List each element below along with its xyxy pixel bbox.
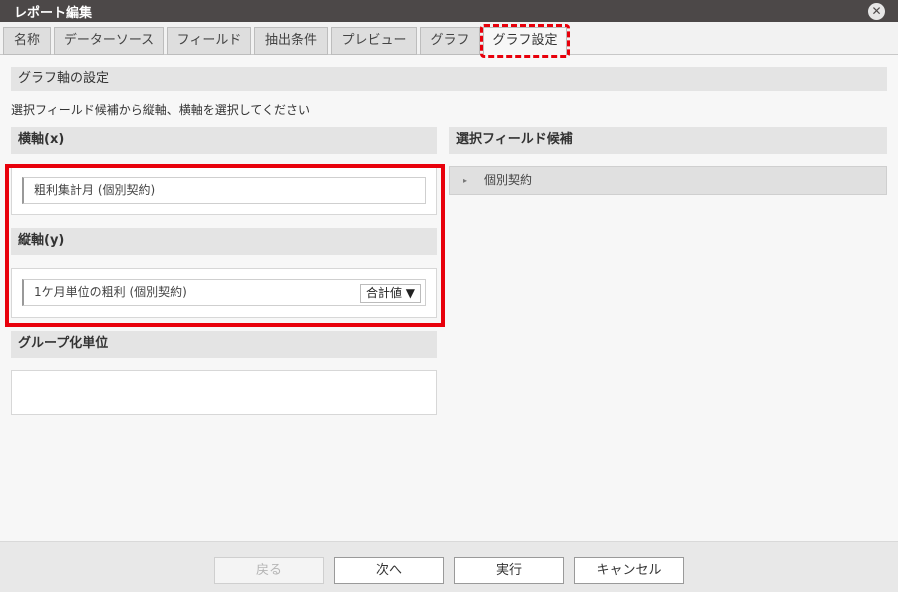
- section-title: グラフ軸の設定: [11, 67, 887, 91]
- tab-graph-settings[interactable]: グラフ設定: [483, 27, 567, 56]
- y-axis-header: 縦軸(y): [11, 228, 437, 255]
- expand-triangle-icon[interactable]: ▸: [463, 167, 467, 194]
- tab-name[interactable]: 名称: [3, 27, 51, 55]
- cancel-button[interactable]: キャンセル: [574, 557, 684, 584]
- window-titlebar: レポート編集 ✕: [0, 0, 898, 22]
- tab-fields[interactable]: フィールド: [167, 27, 251, 55]
- x-axis-field-chip[interactable]: 粗利集計月 (個別契約): [22, 177, 426, 204]
- x-axis-dropzone[interactable]: 粗利集計月 (個別契約): [11, 167, 437, 215]
- candidate-group-kobetsu[interactable]: ▸ 個別契約: [449, 166, 887, 195]
- group-by-dropzone[interactable]: [11, 370, 437, 415]
- tab-filter-conditions[interactable]: 抽出条件: [254, 27, 328, 55]
- candidate-group-label: 個別契約: [484, 173, 533, 187]
- y-axis-field-label: 1ケ月単位の粗利 (個別契約): [34, 285, 187, 299]
- next-button[interactable]: 次へ: [334, 557, 444, 584]
- group-by-header: グループ化単位: [11, 331, 437, 358]
- tab-preview[interactable]: プレビュー: [331, 27, 417, 55]
- dialog-footer: 戻る 次へ 実行 キャンセル: [0, 541, 898, 592]
- window-title: レポート編集: [14, 6, 93, 21]
- close-icon[interactable]: ✕: [868, 3, 885, 20]
- y-axis-field-chip[interactable]: 1ケ月単位の粗利 (個別契約) 合計値 ▼: [22, 279, 426, 306]
- field-candidates-header: 選択フィールド候補: [449, 127, 887, 154]
- aggregation-select[interactable]: 合計値 ▼: [359, 284, 421, 303]
- instruction-text: 選択フィールド候補から縦軸、横軸を選択してください: [11, 103, 311, 117]
- y-axis-dropzone[interactable]: 1ケ月単位の粗利 (個別契約) 合計値 ▼: [11, 268, 437, 318]
- run-button[interactable]: 実行: [454, 557, 564, 584]
- tab-graph[interactable]: グラフ: [420, 27, 480, 55]
- tab-bar: 名称 データーソース フィールド 抽出条件 プレビュー グラフ グラフ設定: [0, 22, 898, 56]
- x-axis-header: 横軸(x): [11, 127, 437, 154]
- tab-datasource[interactable]: データーソース: [54, 27, 164, 55]
- back-button[interactable]: 戻る: [214, 557, 324, 584]
